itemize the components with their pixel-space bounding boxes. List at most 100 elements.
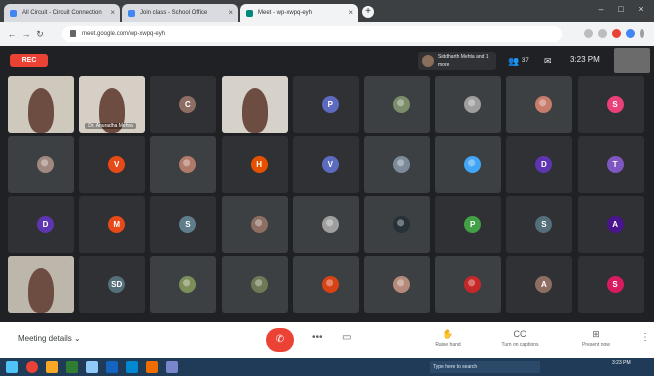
meeting-details-button[interactable]: Meeting details ⌄ [18, 334, 81, 343]
meet-bottom-bar: Meeting details ⌄ ✆ ••• ▭ ✋ Raise hand C… [0, 322, 654, 358]
participant-tile[interactable]: Dr. Anuradha Mehra [79, 76, 146, 133]
self-view-thumbnail [614, 48, 650, 73]
captions-button[interactable]: CC Turn on captions [490, 328, 550, 350]
camera-permission-icon[interactable] [584, 29, 593, 38]
participant-photo-avatar [179, 156, 197, 173]
participant-avatar: S [179, 216, 197, 233]
participant-tile[interactable]: S [150, 196, 217, 253]
participant-grid: Dr. Anuradha Mehra C P S V H V D T D M S P S A SD A S [8, 76, 648, 316]
participant-tile[interactable]: H [221, 136, 288, 193]
reload-icon[interactable]: ↻ [34, 28, 46, 40]
close-tab-icon[interactable]: × [228, 4, 233, 22]
participant-tile[interactable] [364, 136, 430, 193]
participant-tile[interactable]: SD [79, 256, 146, 313]
raise-hand-button[interactable]: ✋ Raise hand [418, 328, 478, 350]
profile-avatar-icon[interactable] [626, 29, 635, 38]
forward-arrow-icon[interactable]: → [20, 28, 32, 40]
participant-tile[interactable] [435, 136, 502, 193]
participant-tile[interactable] [292, 196, 359, 253]
browser-tab-bar: All Circuit - Circuit Connection × Join … [0, 0, 654, 22]
participant-figure [28, 268, 54, 313]
close-window-icon[interactable]: × [634, 3, 648, 15]
address-bar[interactable]: meet.google.com/wp-xwpq-eyh [62, 26, 562, 42]
participant-figure [28, 88, 54, 133]
leave-call-button[interactable]: ✆ [266, 328, 294, 352]
more-options-icon[interactable]: ⋮ [640, 332, 650, 343]
participant-tile[interactable]: S [577, 256, 644, 313]
participant-photo-avatar [393, 156, 410, 173]
windows-start-icon[interactable] [6, 361, 18, 373]
taskbar-search-box[interactable]: Type here to search [430, 361, 540, 373]
close-tab-icon[interactable]: × [348, 4, 353, 22]
app-icon[interactable] [166, 361, 178, 373]
browser-tab-3[interactable]: Meet - wp-xwpq-eyh × [240, 4, 358, 22]
participant-tile[interactable] [435, 76, 502, 133]
participant-tile[interactable]: T [577, 136, 644, 193]
participant-tile[interactable] [506, 76, 573, 133]
participant-count: 37 [522, 58, 529, 64]
participant-tile[interactable]: S [577, 76, 644, 133]
file-explorer-icon[interactable] [46, 361, 58, 373]
participant-video [8, 256, 74, 313]
chat-icon[interactable]: ✉ [544, 56, 552, 67]
participant-tile[interactable]: V [292, 136, 359, 193]
browser-tab-2[interactable]: Join class - School Office × [122, 4, 238, 22]
more-dots-icon[interactable]: ••• [312, 332, 323, 343]
excel-app-icon[interactable] [66, 361, 78, 373]
meet-favicon-icon [246, 10, 253, 17]
participant-photo-avatar [393, 96, 410, 113]
raise-hand-icon: ✋ [442, 329, 454, 339]
participant-tile[interactable] [8, 256, 74, 313]
participant-video [8, 76, 74, 133]
participant-tile[interactable]: A [577, 196, 644, 253]
participant-tile[interactable] [221, 256, 288, 313]
participant-avatar: V [321, 156, 339, 173]
present-now-button[interactable]: ⊞ Present now [566, 328, 626, 350]
participant-photo-avatar [37, 156, 54, 173]
phone-hangup-icon: ✆ [275, 334, 285, 345]
minimize-window-icon[interactable]: – [594, 3, 608, 15]
participant-tile[interactable] [364, 76, 430, 133]
participant-tile[interactable]: M [79, 196, 146, 253]
bookmark-star-icon[interactable] [598, 29, 607, 38]
participant-tile[interactable] [221, 196, 288, 253]
powerpoint-app-icon[interactable] [146, 361, 158, 373]
participants-icon[interactable]: 👥 [508, 56, 519, 67]
participant-tile[interactable]: P [292, 76, 359, 133]
word-app-icon[interactable] [106, 361, 118, 373]
participant-tile[interactable]: P [435, 196, 502, 253]
camera-toggle-icon[interactable]: ▭ [342, 332, 351, 343]
participant-tile[interactable]: A [506, 256, 573, 313]
participant-tile[interactable] [364, 256, 430, 313]
back-arrow-icon[interactable]: ← [6, 28, 18, 40]
participant-tile[interactable]: D [506, 136, 573, 193]
participant-photo-avatar [250, 276, 268, 293]
app-icon[interactable] [86, 361, 98, 373]
browser-menu-icon[interactable] [640, 29, 644, 38]
participant-tile[interactable] [364, 196, 430, 253]
participant-avatar: S [606, 96, 624, 113]
participant-tile[interactable] [292, 256, 359, 313]
chrome-app-icon[interactable] [26, 361, 38, 373]
extension-icon[interactable] [612, 29, 621, 38]
browser-tab-1[interactable]: All Circuit - Circuit Connection × [4, 4, 120, 22]
participant-tile[interactable] [150, 256, 217, 313]
captions-label: Turn on captions [501, 342, 539, 348]
participant-tile[interactable] [221, 76, 288, 133]
participant-tile[interactable] [150, 136, 217, 193]
new-tab-button[interactable]: + [362, 6, 374, 18]
participant-tile[interactable] [8, 76, 74, 133]
presenting-chip[interactable]: Siddharth Mehta and 1 more [418, 52, 496, 70]
participant-tile[interactable]: D [8, 196, 74, 253]
participant-avatar: T [606, 156, 624, 173]
participant-tile[interactable]: S [506, 196, 573, 253]
participant-tile[interactable]: V [79, 136, 146, 193]
participant-tile[interactable] [435, 256, 502, 313]
browser-toolbar: ← → ↻ meet.google.com/wp-xwpq-eyh [0, 22, 654, 46]
close-tab-icon[interactable]: × [110, 4, 115, 22]
edge-app-icon[interactable] [126, 361, 138, 373]
maximize-window-icon[interactable]: □ [614, 3, 628, 15]
participant-tile[interactable]: C [150, 76, 217, 133]
participant-tile[interactable] [8, 136, 74, 193]
participant-avatar: M [108, 216, 126, 233]
